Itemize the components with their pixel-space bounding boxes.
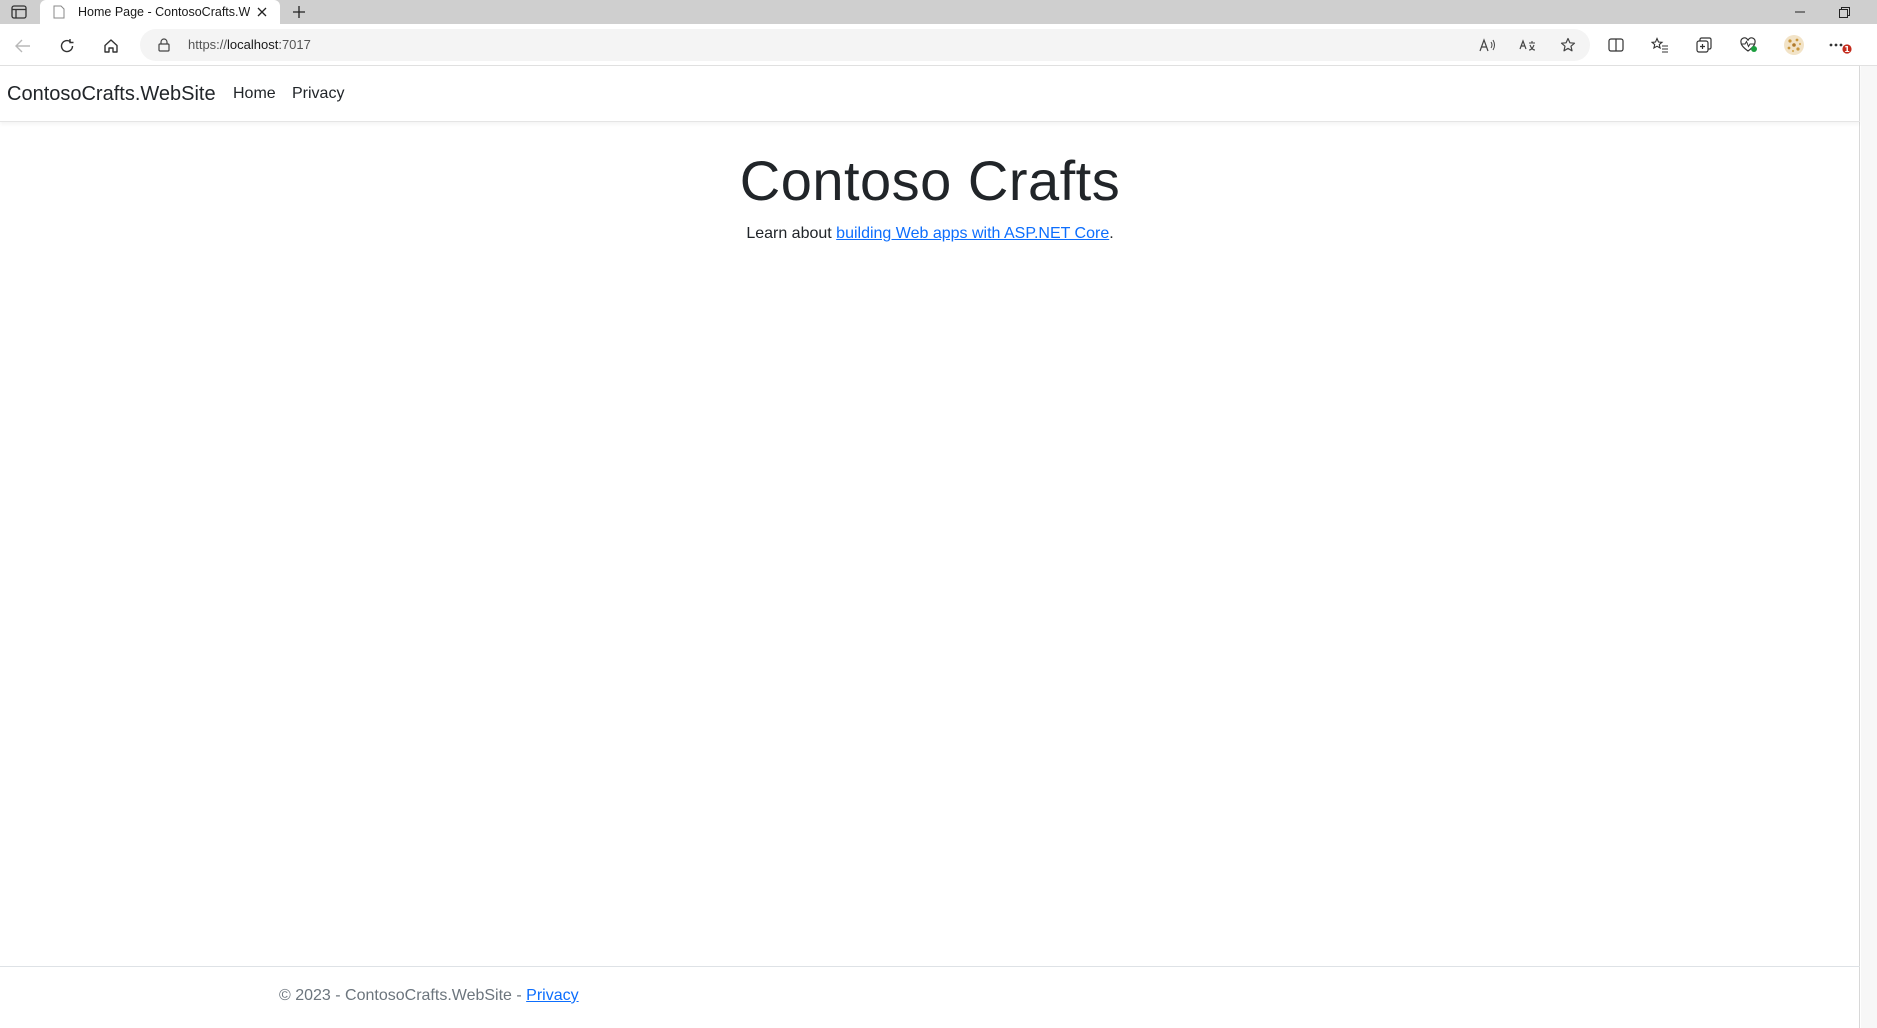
aspnet-core-link[interactable]: building Web apps with ASP.NET Core	[836, 225, 1109, 242]
site-footer: © 2023 - ContosoCrafts.WebSite - Privacy	[0, 966, 1860, 1028]
hero-description: Learn about building Web apps with ASP.N…	[0, 225, 1860, 243]
read-aloud-icon[interactable]	[1476, 35, 1500, 55]
url-scheme: https://	[188, 37, 228, 52]
browser-essentials-icon[interactable]	[1736, 34, 1760, 56]
url-host: localhost	[227, 37, 279, 52]
back-arrow-icon[interactable]	[9, 32, 37, 60]
footer-privacy-link[interactable]: Privacy	[526, 987, 578, 1004]
refresh-icon[interactable]	[53, 32, 81, 60]
profile-avatar[interactable]	[1782, 34, 1806, 56]
home-icon[interactable]	[97, 32, 125, 60]
url-port: :7017	[278, 37, 311, 52]
nav-link-home[interactable]: Home	[233, 85, 276, 103]
browser-tab-strip: Home Page - ContosoCrafts.WebSite	[0, 0, 1877, 24]
hero-text-after: .	[1109, 225, 1114, 242]
address-bar[interactable]: https://localhost:7017	[140, 29, 1590, 61]
page-favicon-icon	[52, 5, 66, 19]
new-tab-icon[interactable]	[288, 2, 310, 22]
page-title: Contoso Crafts	[739, 149, 1121, 212]
site-navbar: ContosoCrafts.WebSite Home Privacy	[0, 66, 1860, 122]
hero-text-before: Learn about	[746, 225, 837, 242]
hero-section: Contoso Crafts Learn about building Web …	[0, 146, 1860, 243]
site-brand-link[interactable]: ContosoCrafts.WebSite	[7, 83, 216, 106]
lock-icon[interactable]	[156, 37, 172, 53]
footer-content: © 2023 - ContosoCrafts.WebSite - Privacy	[279, 987, 579, 1005]
browser-toolbar: https://localhost:7017 1	[0, 24, 1877, 66]
tab-actions-icon[interactable]	[6, 2, 32, 22]
restore-window-icon[interactable]	[1822, 0, 1866, 24]
collections-icon[interactable]	[1692, 34, 1716, 56]
more-menu-icon[interactable]: 1	[1828, 34, 1852, 56]
split-screen-icon[interactable]	[1604, 34, 1628, 56]
translate-icon[interactable]	[1516, 35, 1540, 55]
notification-badge: 1	[1844, 45, 1850, 54]
minimize-window-icon[interactable]	[1778, 0, 1822, 24]
favorite-star-icon[interactable]	[1556, 35, 1580, 55]
url-text[interactable]: https://localhost:7017	[188, 37, 311, 52]
nav-link-privacy[interactable]: Privacy	[292, 85, 344, 103]
favorites-icon[interactable]	[1648, 34, 1672, 56]
sidebar-edge	[1861, 66, 1877, 1028]
browser-tab-active[interactable]: Home Page - ContosoCrafts.WebSite	[40, 0, 280, 24]
tab-close-icon[interactable]	[254, 4, 270, 20]
tab-title: Home Page - ContosoCrafts.WebSite	[78, 5, 250, 19]
footer-copyright: © 2023 - ContosoCrafts.WebSite -	[279, 987, 527, 1004]
page-viewport: ContosoCrafts.WebSite Home Privacy Conto…	[0, 66, 1860, 1028]
